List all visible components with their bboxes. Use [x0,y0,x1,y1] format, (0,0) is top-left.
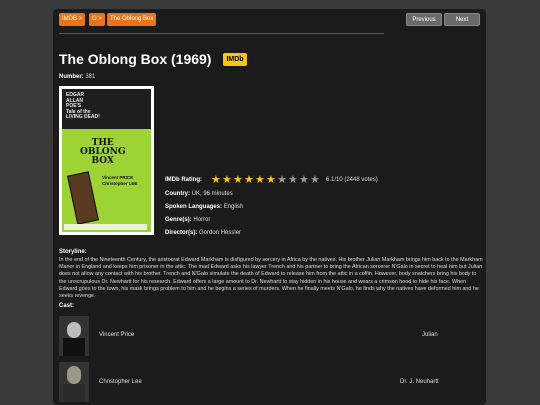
languages-label: Spoken Languages: [165,204,223,210]
movie-poster: EDGAR ALLAN POE'S Tale of the LIVING DEA… [59,86,154,235]
star-icon: ★ [299,174,309,186]
number-value: 381 [85,74,96,80]
country-row: Country: UK, 96 minutes [165,191,233,197]
cast-actor-2[interactable]: Christopher Lee [99,379,142,385]
directors-row: Director(s): Gordon Hessler [165,230,241,236]
rating-label: IMDb Rating: [165,177,202,183]
directors-label: Director(s): [165,230,198,236]
poster-title: THE OBLONG BOX [80,138,126,166]
cast-photo-christopher-lee[interactable] [59,362,89,402]
star-icon: ★ [288,174,298,186]
number-label: Number: [59,74,84,80]
poster-coffin-icon [67,171,99,225]
storyline-text: In the end of the Nineteenth Century, th… [59,257,483,300]
imdb-logo-icon[interactable]: IMDb [223,53,247,66]
rating-stars: ★ ★ ★ ★ ★ ★ ★ ★ ★ ★ [211,175,321,186]
star-icon: ★ [310,174,320,186]
cast-actor-1[interactable]: Vincent Price [99,332,134,338]
page-title: The Oblong Box (1969) [59,51,212,67]
star-icon: ★ [244,174,254,186]
star-icon: ★ [222,174,232,186]
header-divider [59,33,384,34]
poster-stars: Vincent PRICE Christopher LEE [102,175,138,186]
genres-value: Horror [193,217,211,223]
cast-photo-vincent-price[interactable] [59,316,89,356]
main-panel: IMDB > O > The Oblong Box Previous Next … [53,9,486,405]
star-icon: ★ [266,174,276,186]
star-icon: ★ [277,174,287,186]
star-icon: ★ [255,174,265,186]
cast-role-2: Dr. J. Neuhartt [400,379,439,385]
previous-button[interactable]: Previous [406,13,442,26]
languages-value: English [223,204,244,210]
number-row: Number: 381 [59,74,95,80]
cast-role-1: Julian [422,332,438,338]
country-value: UK, 96 minutes [191,191,233,197]
star-icon: ★ [233,174,243,186]
genres-label: Genre(s): [165,217,192,223]
poster-tagline-front: EDGAR ALLAN POE'S Tale of the LIVING DEA… [66,92,100,120]
star-icon: ★ [211,174,221,186]
poster-credits [64,224,147,230]
directors-value: Gordon Hessler [199,230,242,236]
breadcrumb-o[interactable]: O > [89,13,105,26]
breadcrumb-current[interactable]: The Oblong Box [107,13,157,26]
breadcrumb-imdb[interactable]: IMDB > [59,13,86,26]
rating-text: 6.1/10 (2448 votes) [326,177,378,183]
rating-row: IMDb Rating: [165,177,202,183]
cast-label: Cast: [59,303,75,309]
languages-row: Spoken Languages: English [165,204,243,210]
country-label: Country: [165,191,190,197]
next-button[interactable]: Next [444,13,480,26]
genres-row: Genre(s): Horror [165,217,210,223]
storyline-label: Storyline: [59,249,87,255]
